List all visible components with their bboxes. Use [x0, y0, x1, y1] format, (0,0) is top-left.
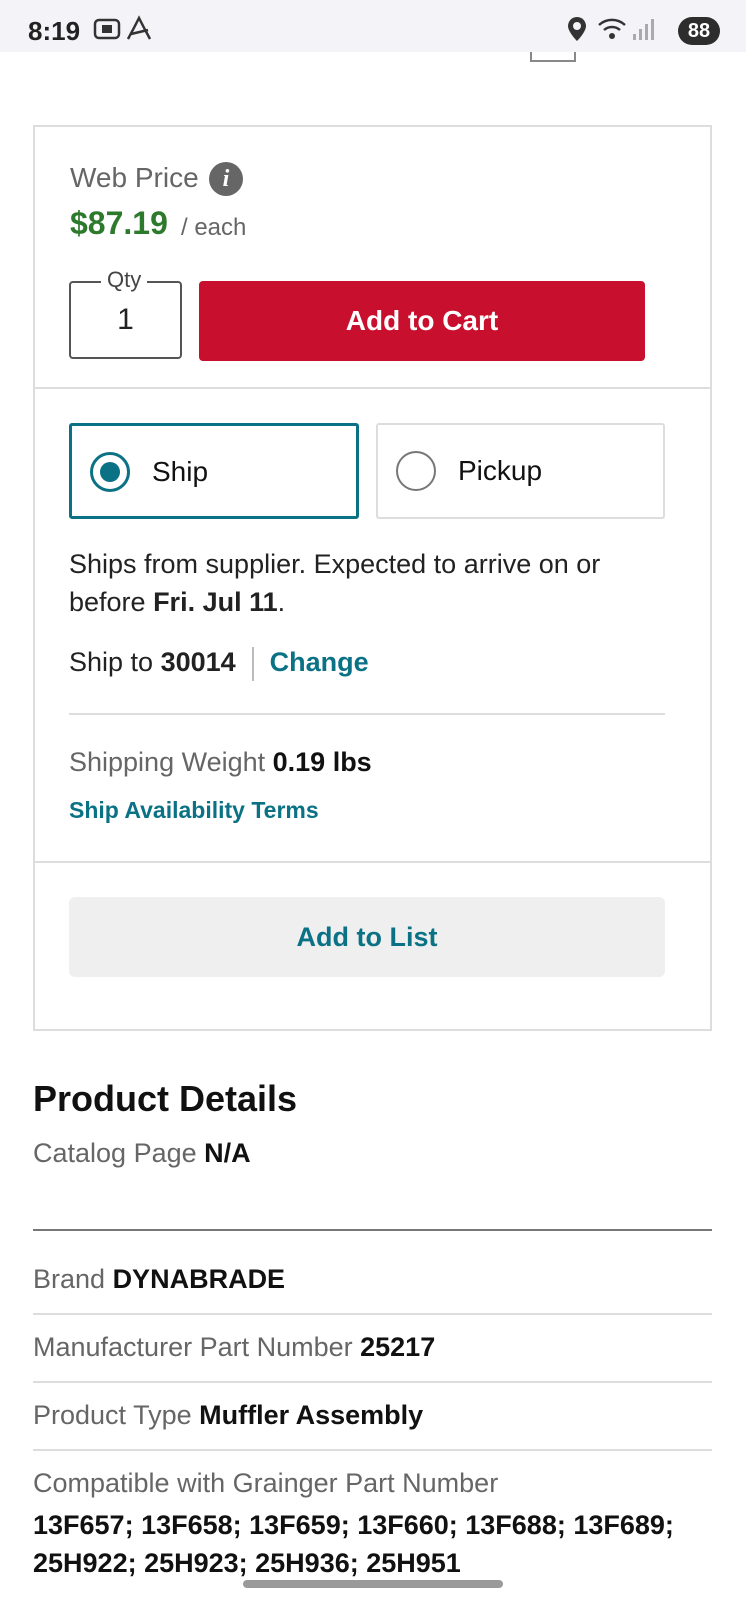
separator — [251, 647, 254, 681]
ship-option-label: Ship — [152, 456, 209, 487]
status-time: 8:19 — [28, 16, 81, 46]
divider — [33, 1381, 712, 1383]
catalog-page-label: Catalog Page — [33, 1138, 205, 1168]
weight-value: 0.19 lbs — [272, 747, 372, 777]
divider — [69, 713, 665, 715]
purchase-card: Web Price i $87.19 / each Qty 1 Add to C… — [33, 125, 712, 1031]
shipping-weight: Shipping Weight 0.19 lbs — [69, 747, 372, 778]
change-zip-link[interactable]: Change — [270, 647, 369, 677]
compat-part-numbers: 13F657; 13F658; 13F659; 13F660; 13F688; … — [33, 1510, 674, 1578]
ship-message-end: . — [277, 587, 286, 617]
ship-to-zip: 30014 — [160, 647, 236, 678]
ship-option[interactable]: Ship — [69, 423, 359, 519]
info-icon[interactable]: i — [209, 162, 243, 196]
arrival-date: Fri. Jul 11 — [153, 587, 278, 617]
mpn-value: 25217 — [360, 1332, 436, 1362]
add-to-list-button[interactable]: Add to List — [69, 897, 665, 977]
battery-indicator: 88 — [678, 17, 720, 45]
product-type-row: Product Type Muffler Assembly — [33, 1400, 423, 1431]
ship-message-text: Ships from supplier. Expected to arrive … — [69, 549, 601, 617]
signal-icon — [632, 14, 656, 49]
divider — [35, 387, 710, 389]
product-type-value: Muffler Assembly — [199, 1400, 424, 1430]
price: $87.19 — [70, 205, 168, 241]
ship-radio[interactable] — [90, 452, 130, 492]
divider — [33, 1449, 712, 1451]
screen-record-icon — [92, 14, 122, 49]
compat-label: Compatible with Grainger Part Number — [33, 1468, 499, 1498]
home-indicator[interactable] — [243, 1580, 503, 1588]
mpn-row: Manufacturer Part Number 25217 — [33, 1332, 435, 1363]
mpn-label: Manufacturer Part Number — [33, 1332, 361, 1362]
divider — [33, 1229, 712, 1231]
ship-message: Ships from supplier. Expected to arrive … — [69, 545, 669, 621]
catalog-page-value: N/A — [204, 1138, 251, 1168]
product-details-heading: Product Details — [33, 1078, 298, 1119]
ship-availability-terms-link[interactable]: Ship Availability Terms — [69, 797, 319, 824]
divider — [35, 861, 710, 863]
ship-to-label: Ship to — [69, 647, 161, 678]
partial-element — [530, 52, 576, 62]
price-unit: / each — [181, 214, 247, 241]
quantity-value: 1 — [117, 303, 134, 336]
brand-label: Brand — [33, 1264, 113, 1294]
brand-value: DYNABRADE — [112, 1264, 286, 1294]
pickup-option[interactable]: Pickup — [376, 423, 665, 519]
ship-to-row: Ship to 30014 Change — [69, 647, 369, 681]
brand-row: Brand DYNABRADE — [33, 1264, 285, 1295]
divider — [33, 1313, 712, 1315]
pickup-radio[interactable] — [396, 451, 436, 491]
wifi-icon — [596, 14, 628, 49]
web-price-label: Web Price — [70, 162, 199, 193]
catalog-page-row: Catalog Page N/A — [33, 1138, 251, 1169]
location-icon — [566, 14, 588, 49]
pickup-option-label: Pickup — [458, 455, 543, 486]
status-bar: 8:19 88 — [0, 0, 746, 52]
weight-label: Shipping Weight — [69, 747, 273, 777]
product-type-label: Product Type — [33, 1400, 200, 1430]
add-to-cart-button[interactable]: Add to Cart — [199, 281, 645, 361]
acrobat-icon — [124, 14, 154, 49]
quantity-label: Qty — [101, 267, 148, 293]
quantity-input[interactable]: Qty 1 — [69, 267, 182, 359]
